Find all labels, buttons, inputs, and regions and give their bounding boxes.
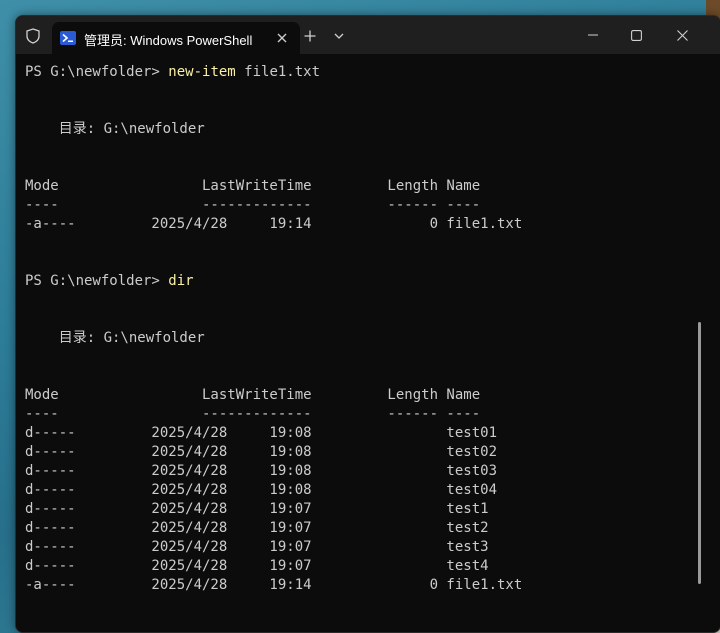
table-row: d----- 2025/4/28 19:07 test3 xyxy=(25,539,489,555)
table-row: d----- 2025/4/28 19:08 test03 xyxy=(25,463,498,479)
close-button[interactable] xyxy=(671,25,693,45)
table-row: d----- 2025/4/28 19:07 test4 xyxy=(25,558,489,574)
command: new-item xyxy=(168,64,236,80)
table-row: d----- 2025/4/28 19:07 test1 xyxy=(25,501,489,517)
minimize-icon xyxy=(588,34,598,36)
maximize-icon xyxy=(630,29,642,41)
command-args: file1.txt xyxy=(235,64,321,80)
table-underline: ---- ------------- ------ ---- xyxy=(25,197,481,213)
table-header: Mode LastWriteTime Length Name xyxy=(25,387,481,403)
tab-title: 管理员: Windows PowerShell xyxy=(84,33,253,48)
maximize-button[interactable] xyxy=(625,25,647,45)
prompt-line: PS G:\newfolder> new-item file1.txt xyxy=(25,63,320,81)
table-row: -a---- 2025/4/28 19:14 0 file1.txt xyxy=(25,216,523,232)
table-underline: ---- ------------- ------ ---- xyxy=(25,406,481,422)
admin-shield-icon[interactable] xyxy=(22,25,44,47)
vertical-scrollbar[interactable] xyxy=(698,322,701,584)
tab-powershell[interactable]: 管理员: Windows PowerShell xyxy=(52,22,300,54)
table-row: d----- 2025/4/28 19:07 test2 xyxy=(25,520,489,536)
command: dir xyxy=(168,273,194,289)
table-header: Mode LastWriteTime Length Name xyxy=(25,178,481,194)
table-row: -a---- 2025/4/28 19:14 0 file1.txt xyxy=(25,577,523,593)
chevron-down-icon xyxy=(334,33,344,39)
plus-icon xyxy=(304,30,316,42)
table-row: d----- 2025/4/28 19:08 test02 xyxy=(25,444,498,460)
tab-close-icon[interactable] xyxy=(274,30,290,46)
table-row: d----- 2025/4/28 19:08 test04 xyxy=(25,482,498,498)
minimize-button[interactable] xyxy=(582,25,604,45)
prompt: PS G:\newfolder> xyxy=(25,64,169,80)
close-icon xyxy=(676,29,688,41)
terminal-window: 管理员: Windows PowerShell PS G:\newfolder>… xyxy=(15,15,720,633)
title-bar[interactable]: 管理员: Windows PowerShell xyxy=(16,16,720,54)
prompt-line: PS G:\newfolder> dir xyxy=(25,272,194,290)
new-tab-button[interactable] xyxy=(300,26,320,46)
table-row: d----- 2025/4/28 19:08 test01 xyxy=(25,425,498,441)
tab-dropdown-button[interactable] xyxy=(330,26,348,46)
powershell-icon xyxy=(60,30,76,45)
terminal-output[interactable]: PS G:\newfolder> new-item file1.txt 目录: … xyxy=(16,54,720,632)
prompt: PS G:\newfolder> xyxy=(25,273,169,289)
directory-label: 目录: G:\newfolder xyxy=(25,330,205,346)
directory-label: 目录: G:\newfolder xyxy=(25,121,205,137)
